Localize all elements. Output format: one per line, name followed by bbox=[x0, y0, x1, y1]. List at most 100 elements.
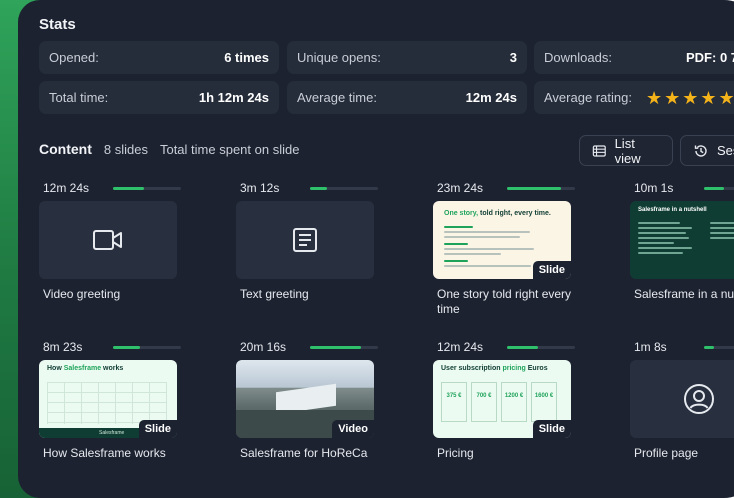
content-subtitle: Total time spent on slide bbox=[159, 142, 300, 157]
mini-heading-green: Salesframe bbox=[63, 365, 102, 372]
profile-icon bbox=[684, 384, 714, 414]
stat-unique-opens: Unique opens: 3 bbox=[287, 41, 527, 74]
stat-downloads-label: Downloads: bbox=[544, 50, 612, 65]
stats-panel: Stats Opened: 6 times Unique opens: 3 Do… bbox=[18, 0, 734, 498]
slide-time: 20m 16s bbox=[240, 340, 287, 354]
slide-time: 12m 24s bbox=[43, 181, 90, 195]
time-progress-fill bbox=[310, 346, 361, 349]
slide-type-badge: Video bbox=[332, 420, 374, 438]
video-camera-icon bbox=[93, 230, 122, 250]
mini-line bbox=[444, 243, 468, 245]
slide-thumbnail[interactable]: Salesframe in a nutshell bbox=[630, 201, 734, 279]
content-header: Content 8 slides Total time spent on sli… bbox=[39, 141, 299, 157]
time-progress-fill bbox=[113, 187, 144, 190]
history-icon bbox=[694, 144, 707, 157]
mini-price-column: 1200 € bbox=[501, 382, 527, 422]
slide-title: Salesframe in a nuts bbox=[634, 287, 734, 301]
time-progress-fill bbox=[704, 187, 725, 190]
star-icon: ★ bbox=[645, 87, 663, 108]
slide-thumbnail[interactable]: One story, told right, every time. Slide bbox=[433, 201, 571, 279]
time-progress-bar bbox=[704, 346, 734, 349]
time-progress-bar bbox=[113, 187, 181, 190]
slide-thumbnail[interactable]: How Salesframe works Salesframe Slide bbox=[39, 360, 177, 438]
slide-thumbnail-photo[interactable]: Video bbox=[236, 360, 374, 438]
slide-time: 1m 8s bbox=[634, 340, 667, 354]
mini-slide-heading: One story, told right, every time. bbox=[444, 210, 551, 217]
slide-thumbnail[interactable] bbox=[39, 201, 177, 279]
time-progress-fill bbox=[507, 187, 562, 190]
star-icon: ★ bbox=[700, 87, 717, 108]
mini-slide-heading: How Salesframe works bbox=[47, 365, 123, 372]
slide-title: Text greeting bbox=[240, 287, 309, 301]
slide-title: One story told right every time bbox=[437, 287, 572, 316]
stats-title: Stats bbox=[39, 16, 76, 33]
mini-line bbox=[638, 247, 692, 249]
stat-opened: Opened: 6 times bbox=[39, 41, 279, 74]
sessions-button[interactable]: Ses bbox=[680, 135, 734, 166]
slide-title: Profile page bbox=[634, 446, 699, 460]
mini-slide-body bbox=[638, 219, 698, 254]
stat-opened-value: 6 times bbox=[224, 50, 269, 65]
time-progress-fill bbox=[113, 346, 141, 349]
mini-brand: Salesframe bbox=[99, 430, 125, 436]
mini-line bbox=[638, 227, 692, 229]
mini-line bbox=[444, 231, 530, 233]
mini-heading-dark: Euros bbox=[525, 365, 548, 372]
mini-slide-heading: User subscription pricing Euros bbox=[441, 365, 548, 372]
mini-heading-green: pricing bbox=[502, 365, 526, 372]
stat-avg-rating-label: Average rating: bbox=[544, 90, 632, 105]
mini-pricing-columns: 375 € 700 € 1200 € 1600 € bbox=[441, 382, 557, 422]
slide-thumbnail[interactable] bbox=[630, 360, 734, 438]
mini-heading-dark: told right, every time. bbox=[478, 210, 551, 217]
slide-type-badge: Slide bbox=[532, 420, 571, 438]
mini-line bbox=[638, 252, 683, 254]
list-view-button[interactable]: List view bbox=[579, 135, 673, 166]
mini-line bbox=[444, 236, 520, 238]
time-progress-bar bbox=[507, 346, 575, 349]
mini-line bbox=[444, 265, 532, 267]
star-icon: ★ bbox=[664, 87, 681, 108]
stat-unique-value: 3 bbox=[509, 50, 517, 65]
mini-slide-heading: Salesframe in a nutshell bbox=[638, 207, 707, 213]
list-icon bbox=[592, 144, 606, 157]
mini-line bbox=[638, 242, 674, 244]
time-progress-fill bbox=[507, 346, 538, 349]
mini-price-column: 1600 € bbox=[531, 382, 557, 422]
mini-line bbox=[710, 222, 734, 224]
time-progress-bar bbox=[310, 187, 378, 190]
slide-time: 10m 1s bbox=[634, 181, 674, 195]
mini-line bbox=[444, 226, 473, 228]
mini-heading-dark: User subscription bbox=[441, 365, 503, 372]
mini-price-column: 700 € bbox=[471, 382, 497, 422]
stat-avg-time-value: 12m 24s bbox=[465, 90, 517, 105]
stat-downloads-value: PDF: 0 7 bbox=[686, 50, 734, 65]
time-progress-bar bbox=[113, 346, 181, 349]
content-title: Content bbox=[39, 141, 92, 157]
mini-line bbox=[638, 232, 686, 234]
slide-thumbnail[interactable] bbox=[236, 201, 374, 279]
list-view-label: List view bbox=[614, 135, 641, 166]
document-text-icon bbox=[293, 228, 317, 252]
star-icon: ★ bbox=[718, 87, 734, 108]
stat-downloads: Downloads: PDF: 0 7 bbox=[534, 41, 734, 74]
time-progress-bar bbox=[507, 187, 575, 190]
slide-thumbnail[interactable]: User subscription pricing Euros 375 € 70… bbox=[433, 360, 571, 438]
slide-time: 8m 23s bbox=[43, 340, 83, 354]
mini-line bbox=[638, 237, 689, 239]
mini-heading-green: One story, bbox=[444, 210, 479, 217]
slides-count: 8 slides bbox=[103, 142, 148, 157]
slide-title: Video greeting bbox=[43, 287, 121, 301]
sessions-label: Ses bbox=[717, 143, 734, 158]
mini-slide-body bbox=[444, 223, 539, 267]
mini-line bbox=[444, 248, 535, 250]
stat-total-time-label: Total time: bbox=[49, 90, 109, 105]
mini-heading-dark: works bbox=[101, 365, 124, 372]
stat-average-rating: Average rating: ★ ★ ★ ★ ★ bbox=[534, 81, 734, 114]
mini-slide-grid bbox=[47, 382, 167, 424]
rating-stars: ★ ★ ★ ★ ★ bbox=[646, 89, 734, 107]
slide-time: 3m 12s bbox=[240, 181, 280, 195]
mini-slide-body-right bbox=[710, 219, 734, 239]
stat-average-time: Average time: 12m 24s bbox=[287, 81, 527, 114]
mini-line bbox=[444, 253, 501, 255]
slide-time: 12m 24s bbox=[437, 340, 484, 354]
